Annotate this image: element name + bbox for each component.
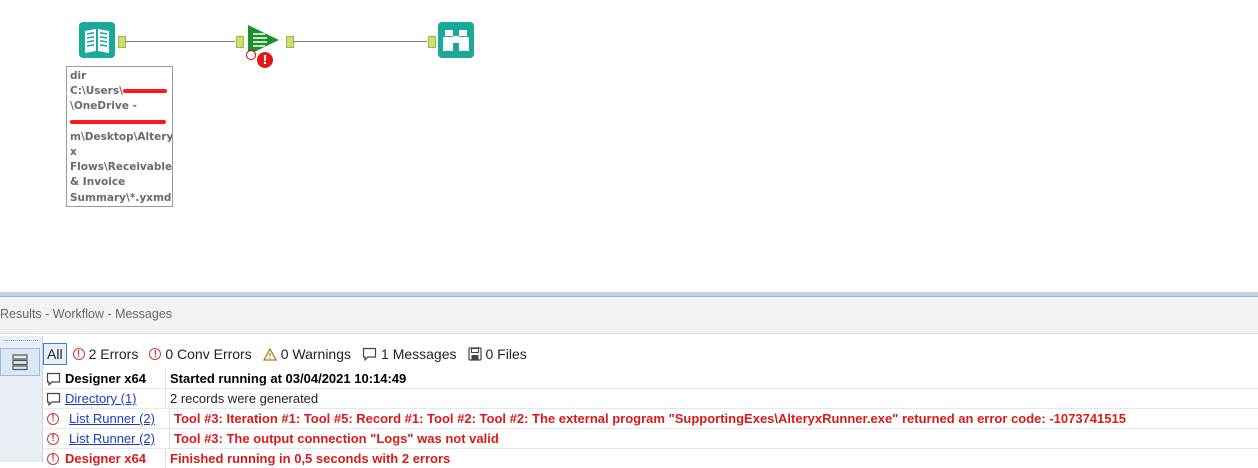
filter-warnings-button[interactable]: 0 Warnings [262, 346, 352, 362]
filter-files-label: 0 Files [485, 346, 527, 362]
row-message: 2 records were generated [170, 391, 319, 406]
row-message: Tool #3: Iteration #1: Tool #5: Record #… [174, 411, 1126, 426]
table-row[interactable]: ! Designer x64 Finished running in 0,5 s… [43, 449, 1258, 468]
row-tool-link[interactable]: Directory (1) [63, 389, 166, 408]
conversion-error-icon: ! [149, 348, 162, 360]
results-header: Results - Workflow - Messages [0, 297, 1258, 334]
annotation-line: x [70, 146, 77, 159]
row-tool-link[interactable]: List Runner (2) [63, 409, 170, 428]
row-tool-link[interactable]: List Runner (2) [63, 429, 170, 448]
table-row[interactable]: Designer x64 Started running at 03/04/20… [43, 369, 1258, 389]
error-icon: ! [72, 348, 85, 360]
error-icon: ! [47, 412, 59, 425]
list-view-icon [12, 354, 28, 371]
filter-warnings-label: 0 Warnings [280, 346, 352, 362]
results-left-rail [0, 336, 43, 462]
save-file-icon [467, 347, 482, 361]
filter-errors-button[interactable]: ! 2 Errors [72, 346, 139, 362]
book-icon [85, 29, 109, 53]
annotation-line: Summary\*.yxmd [70, 191, 172, 204]
row-message: Finished running in 0,5 seconds with 2 e… [170, 451, 451, 466]
annotation-line: C:\Users\ [70, 85, 123, 98]
redaction-mark [70, 119, 166, 124]
directory-tool[interactable] [79, 22, 115, 58]
workflow-canvas[interactable]: ! dir C:\Users\ \OneDrive - m\Desktop\Al… [0, 0, 1258, 292]
row-message: Tool #3: The output connection "Logs" wa… [174, 431, 499, 446]
connection-line[interactable] [293, 41, 427, 42]
table-row[interactable]: ! List Runner (2) Tool #3: The output co… [43, 429, 1258, 449]
filter-all-label: All [47, 346, 63, 362]
output-anchor[interactable] [286, 36, 294, 48]
error-icon: ! [47, 452, 59, 465]
error-icon: ! [47, 432, 59, 445]
messages-view-button[interactable] [0, 348, 40, 376]
error-badge-icon: ! [257, 52, 273, 68]
message-icon [46, 392, 60, 406]
connection-line[interactable] [125, 41, 235, 42]
annotation-line: Flows\Receivable [70, 161, 173, 174]
message-icon [362, 347, 377, 361]
row-message: Started running at 03/04/2021 10:14:49 [170, 371, 407, 386]
filter-messages-label: 1 Messages [381, 346, 457, 362]
annotation-line: m\Desktop\Altery [70, 130, 173, 143]
annotation-line: dir [70, 70, 87, 82]
row-tool-name: Designer x64 [63, 369, 166, 388]
filter-conv-errors-button[interactable]: ! 0 Conv Errors [149, 346, 252, 362]
filter-files-button[interactable]: 0 Files [467, 346, 527, 362]
warning-icon [262, 347, 277, 361]
binoculars-icon [443, 30, 469, 51]
table-row[interactable]: Directory (1) 2 records were generated [43, 389, 1258, 409]
input-anchor[interactable] [428, 36, 436, 48]
annotation-line: & Invoice [70, 176, 126, 189]
output-anchor[interactable] [118, 36, 126, 48]
row-tool-name: Designer x64 [63, 449, 166, 468]
status-mini-icon [246, 50, 256, 60]
redaction-mark [122, 89, 167, 94]
input-anchor[interactable] [236, 36, 244, 48]
message-filter-bar: All ! 2 Errors ! 0 Conv Errors 0 Warning… [43, 342, 538, 366]
filter-errors-label: 2 Errors [88, 346, 139, 362]
tool-annotation: dir C:\Users\ \OneDrive - m\Desktop\Alte… [66, 66, 173, 207]
table-row[interactable]: ! List Runner (2) Tool #3: Iteration #1:… [43, 409, 1258, 429]
filter-conv-errors-label: 0 Conv Errors [165, 346, 252, 362]
filter-messages-button[interactable]: 1 Messages [362, 346, 457, 362]
annotation-line: \OneDrive - [70, 100, 137, 113]
messages-log: Designer x64 Started running at 03/04/20… [43, 369, 1258, 468]
message-icon [46, 372, 60, 386]
results-title: Results - Workflow - Messages [0, 307, 173, 321]
browse-tool[interactable] [438, 22, 474, 58]
filter-all-button[interactable]: All [43, 343, 67, 365]
grip-handle[interactable] [4, 340, 38, 343]
